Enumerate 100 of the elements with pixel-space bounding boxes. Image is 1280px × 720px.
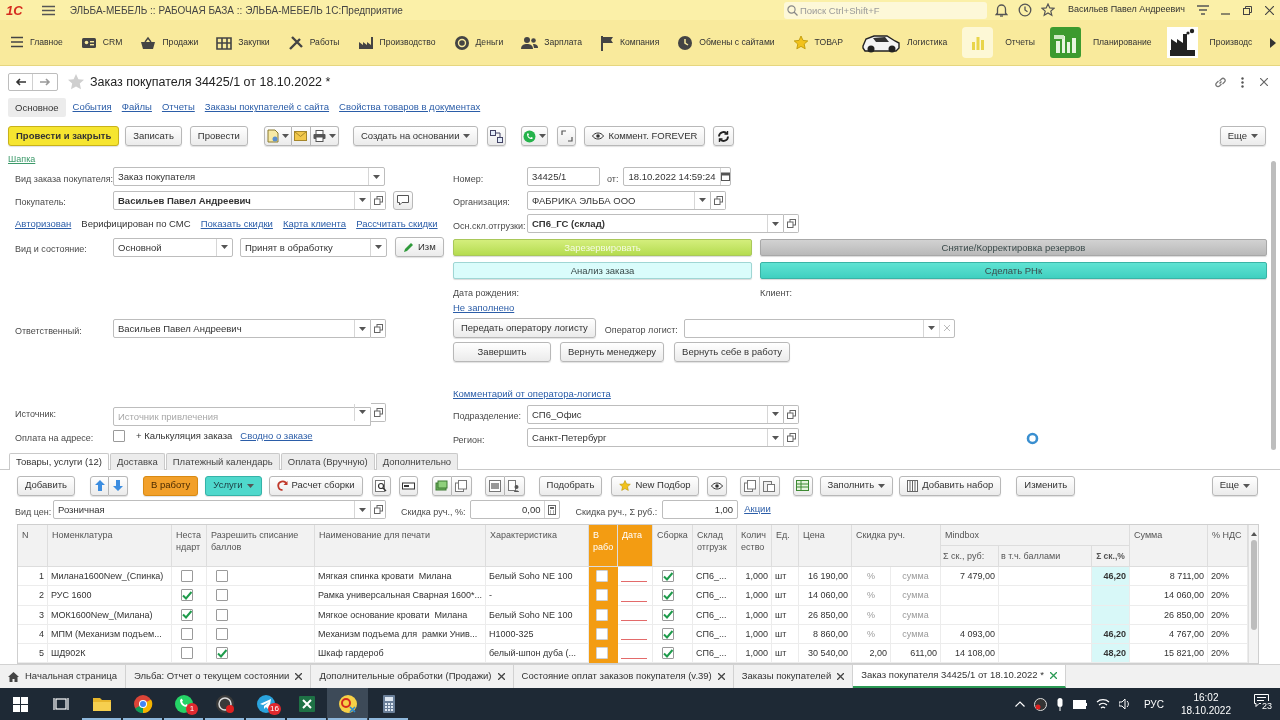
close-icon[interactable] [837, 673, 845, 680]
close-icon[interactable] [295, 673, 303, 680]
source-field[interactable]: Источник привлечения [113, 406, 371, 426]
column-header[interactable]: N [22, 529, 43, 541]
search-field[interactable]: Поиск Ctrl+Shift+F [783, 1, 987, 19]
star-icon[interactable] [1040, 3, 1055, 17]
checkbox[interactable] [216, 647, 228, 660]
nav-tab[interactable]: Файлы [118, 100, 155, 115]
arrow-right-icon[interactable] [1270, 38, 1276, 48]
checkbox[interactable] [662, 589, 674, 602]
nav-tab[interactable]: Заказы покупателей с сайта [201, 100, 333, 115]
card-button[interactable] [398, 475, 418, 496]
taskbar-app[interactable]: 16 [245, 688, 286, 720]
section-link[interactable]: Планирование [1049, 27, 1152, 58]
link[interactable]: Рассчитать скидки [356, 216, 438, 231]
print-button[interactable] [310, 126, 339, 146]
checkbox[interactable] [181, 608, 193, 621]
notifications-button[interactable]: 23 [1254, 694, 1274, 714]
section-link[interactable]: CRM [80, 35, 123, 50]
checkbox[interactable] [662, 608, 674, 621]
section-link[interactable]: Обмены с сайтами [677, 34, 775, 51]
window-tab[interactable]: Заказ покупателя 34425/1 от 18.10.2022 * [853, 665, 1066, 688]
wifi-icon[interactable] [1095, 698, 1110, 710]
organization-field[interactable]: ФАБРИКА ЭЛЬБА ООО [527, 190, 711, 210]
to-work-button[interactable]: В работу [143, 475, 199, 496]
date-field[interactable]: 18.10.2022 14:59:24 [623, 167, 732, 187]
checkbox[interactable] [596, 647, 608, 660]
order-kind-field[interactable]: Заказ покупателя [113, 167, 385, 187]
open-button[interactable] [784, 404, 799, 424]
comment-button[interactable] [393, 190, 413, 210]
section-link[interactable]: Деньги [453, 34, 504, 51]
edit-button[interactable]: Изм [395, 237, 444, 258]
checkbox[interactable] [181, 628, 193, 641]
spreadsheet-button[interactable] [792, 475, 813, 496]
open-button[interactable] [371, 190, 386, 210]
close-icon[interactable] [1265, 5, 1274, 15]
customer-field[interactable]: Васильев Павел Андреевич [113, 190, 371, 210]
region-field[interactable]: Санкт-Петербург [527, 428, 784, 448]
checkbox[interactable] [216, 589, 228, 602]
discount-percent-field[interactable]: 0,00 [470, 500, 561, 519]
section-link[interactable]: ТОВАР [792, 34, 844, 51]
section-link[interactable]: Закупки [216, 35, 270, 50]
view-field[interactable]: Основной [113, 237, 233, 257]
mail-button[interactable] [291, 126, 311, 146]
tab[interactable]: Оплата (Вручную) [280, 452, 375, 470]
comment-button[interactable]: Коммент. FOREVER [584, 126, 706, 146]
scrollbar[interactable] [1248, 525, 1258, 664]
open-button[interactable] [784, 214, 799, 234]
section-link[interactable]: Производс [1166, 27, 1253, 58]
nav-tab[interactable]: Отчеты [158, 100, 198, 115]
make-document-button[interactable]: Сделать РНк [760, 262, 1267, 280]
copy-button[interactable] [739, 475, 760, 496]
checkbox[interactable] [181, 647, 193, 660]
document-button[interactable] [263, 126, 292, 146]
link[interactable]: Акции [744, 502, 771, 517]
section-link[interactable]: Работы [287, 34, 340, 51]
section-link[interactable]: Главное [10, 36, 63, 49]
star-icon[interactable] [67, 73, 85, 91]
calculation-text[interactable]: + Калькуляция заказа [136, 428, 233, 443]
money-button[interactable] [431, 475, 452, 496]
open-button[interactable] [784, 428, 799, 448]
checkbox[interactable] [662, 570, 674, 583]
record-icon[interactable] [1033, 697, 1047, 711]
language-indicator[interactable]: РУС [1143, 696, 1164, 712]
options-icon[interactable] [1197, 5, 1209, 15]
checkbox[interactable] [181, 589, 193, 602]
battery-icon[interactable] [1072, 699, 1087, 709]
open-button[interactable] [371, 500, 386, 519]
tab[interactable]: Дополнительно [375, 452, 459, 470]
taskbar-app[interactable] [327, 688, 368, 720]
checkbox[interactable] [181, 570, 193, 583]
list-button[interactable] [484, 475, 505, 496]
add-button[interactable]: Добавить [17, 475, 75, 496]
more-button[interactable]: Еще [1211, 475, 1258, 496]
paste-button[interactable] [759, 475, 780, 496]
open-button[interactable] [711, 190, 726, 210]
tab[interactable]: Доставка [109, 452, 165, 470]
expand-button[interactable] [557, 126, 577, 146]
post-button[interactable]: Провести [189, 126, 248, 146]
checkbox[interactable] [596, 589, 608, 602]
more-button[interactable]: Еще [1219, 126, 1266, 146]
change-button[interactable]: Изменить [1016, 475, 1076, 496]
menu-icon[interactable] [41, 4, 55, 16]
taskbar-app[interactable]: 1 [163, 688, 204, 720]
logist-field[interactable] [683, 318, 955, 338]
release-reserves-button[interactable]: Снятие/Корректировка резервов [760, 238, 1267, 256]
new-pick-button[interactable]: New Подбор [611, 475, 699, 496]
group-link[interactable]: Шапка [8, 154, 36, 164]
checkbox[interactable] [216, 628, 228, 641]
volume-icon[interactable] [1118, 698, 1131, 710]
clock-time[interactable]: 16:02 [1193, 691, 1219, 704]
close-icon[interactable] [717, 673, 725, 680]
post-and-close-button[interactable]: Провести и закрыть [8, 126, 120, 146]
structure-button[interactable] [487, 126, 507, 146]
close-icon[interactable] [1260, 78, 1268, 86]
price-kind-field[interactable]: Розничная [53, 500, 371, 519]
discount-sum-field[interactable]: 1,00 [662, 500, 739, 519]
department-field[interactable]: СП6_Офис [527, 404, 784, 424]
chevron-up-icon[interactable] [1014, 701, 1025, 707]
view-button[interactable] [706, 475, 727, 496]
